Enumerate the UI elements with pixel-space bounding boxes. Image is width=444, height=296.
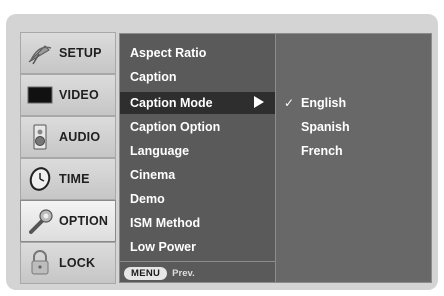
- sidebar-item-label: VIDEO: [59, 88, 99, 102]
- category-sidebar: SETUP VIDEO AUDIO TIME OPTION LOCK: [20, 32, 116, 284]
- option-submenu: Aspect Ratio Caption Caption Mode Captio…: [119, 33, 276, 283]
- menu-item-language[interactable]: Language: [130, 140, 189, 162]
- sidebar-item-time[interactable]: TIME: [20, 158, 116, 200]
- menu-item-caption-option[interactable]: Caption Option: [130, 116, 220, 138]
- sidebar-item-video[interactable]: VIDEO: [20, 74, 116, 116]
- caption-mode-options: ✓ English Spanish French: [276, 33, 432, 283]
- wrench-icon: [23, 205, 57, 237]
- menu-key-button[interactable]: MENU: [124, 266, 168, 280]
- satellite-dish-icon: [23, 37, 57, 69]
- menu-item-caption-mode[interactable]: Caption Mode: [130, 92, 213, 114]
- sidebar-item-setup[interactable]: SETUP: [20, 32, 116, 74]
- option-spanish[interactable]: Spanish: [301, 116, 350, 138]
- sidebar-item-label: OPTION: [59, 214, 109, 228]
- prev-label: Prev.: [172, 267, 195, 279]
- submenu-arrow-icon: [254, 96, 264, 108]
- checkmark-icon: ✓: [284, 96, 295, 110]
- sidebar-item-option[interactable]: OPTION: [20, 200, 116, 242]
- speaker-icon: [23, 121, 57, 153]
- sidebar-item-label: AUDIO: [59, 130, 101, 144]
- menu-item-low-power[interactable]: Low Power: [130, 236, 196, 258]
- clock-icon: [23, 163, 57, 195]
- option-english[interactable]: English: [301, 92, 346, 114]
- menu-item-ism-method[interactable]: ISM Method: [130, 212, 200, 234]
- sidebar-item-label: LOCK: [59, 256, 96, 270]
- option-french[interactable]: French: [301, 140, 343, 162]
- menu-footer: MENU Prev.: [124, 265, 195, 281]
- menu-item-aspect-ratio[interactable]: Aspect Ratio: [130, 42, 206, 64]
- padlock-icon: [23, 247, 57, 279]
- sidebar-item-label: SETUP: [59, 46, 102, 60]
- footer-divider: [120, 261, 275, 262]
- menu-item-caption[interactable]: Caption: [130, 66, 177, 88]
- menu-item-demo[interactable]: Demo: [130, 188, 165, 210]
- tv-screen-icon: [23, 79, 57, 111]
- menu-item-cinema[interactable]: Cinema: [130, 164, 175, 186]
- sidebar-item-label: TIME: [59, 172, 90, 186]
- sidebar-item-lock[interactable]: LOCK: [20, 242, 116, 284]
- sidebar-item-audio[interactable]: AUDIO: [20, 116, 116, 158]
